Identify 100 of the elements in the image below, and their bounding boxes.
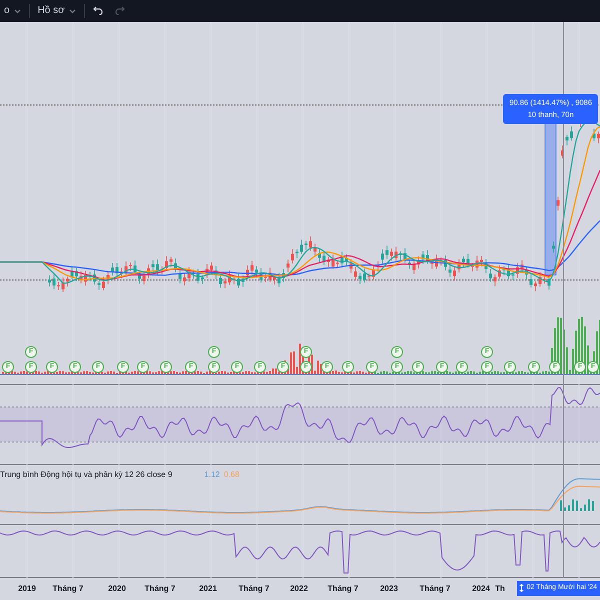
candlestick <box>412 258 416 274</box>
candlestick <box>404 248 406 264</box>
candlestick <box>399 250 402 260</box>
candlestick <box>142 270 146 285</box>
axis-label: Tháng 7 <box>420 583 450 595</box>
profile-dropdown[interactable]: Hồ sơ <box>34 0 80 22</box>
candlestick <box>422 250 424 264</box>
candlestick <box>543 274 546 284</box>
caret-icon <box>14 8 21 14</box>
candlestick <box>381 248 384 264</box>
candlestick <box>327 256 330 268</box>
candlestick <box>345 254 348 266</box>
candlestick <box>282 268 285 283</box>
candlestick <box>228 270 231 286</box>
redo-icon <box>114 6 125 15</box>
candlestick <box>530 274 532 288</box>
axis-label: 2024 <box>472 583 490 595</box>
candlestick <box>300 239 303 254</box>
candlestick <box>52 274 56 290</box>
candlestick <box>309 236 312 252</box>
macd-histogram-drawing <box>560 499 594 511</box>
candlestick <box>62 277 64 292</box>
candlestick <box>102 276 105 291</box>
candlestick <box>552 241 555 254</box>
candlestick <box>480 256 483 267</box>
candlestick <box>476 256 478 272</box>
candlestick <box>264 274 267 283</box>
candlestick <box>84 270 87 286</box>
candlestick <box>93 269 96 285</box>
indicator-value: 0.68 <box>224 469 240 481</box>
candlestick <box>350 258 352 274</box>
indicator-legend: Trung bình Động hội tụ và phân kỳ 12 26 close 9 <box>0 469 172 481</box>
axis-label: 2020 <box>108 583 126 595</box>
axis-label: Tháng 7 <box>52 583 84 595</box>
profile-dropdown[interactable]: o <box>0 0 25 22</box>
candlestick <box>296 248 298 258</box>
candlestick <box>188 266 190 282</box>
candlestick <box>534 280 537 292</box>
candlestick <box>358 272 362 284</box>
candlestick <box>250 260 254 276</box>
candlestick <box>160 266 164 275</box>
candlestick <box>242 275 244 288</box>
candlestick <box>210 262 213 275</box>
candlestick <box>286 259 290 272</box>
axis-label: 2022 <box>290 583 308 595</box>
candlestick <box>548 274 550 290</box>
candlestick <box>394 246 398 262</box>
candlestick <box>255 266 258 278</box>
candlestick <box>336 260 339 269</box>
axis-label: Th <box>495 583 505 595</box>
candlestick <box>75 268 78 282</box>
candlestick <box>196 268 200 284</box>
candlestick <box>386 245 388 260</box>
candlestick <box>88 272 92 282</box>
candlestick <box>453 266 456 281</box>
axis-label: 2019 <box>18 583 36 595</box>
candlestick <box>129 262 132 272</box>
candlestick <box>192 269 195 280</box>
candlestick <box>170 256 172 268</box>
candlestick <box>156 259 159 275</box>
candlestick <box>426 250 429 264</box>
axis-label: Tháng 7 <box>328 583 358 595</box>
candlestick <box>368 273 370 282</box>
candlestick <box>48 274 51 287</box>
candlestick <box>80 271 82 284</box>
candlestick <box>466 254 470 268</box>
candlestick <box>556 196 560 211</box>
candlestick <box>354 266 357 281</box>
axis-label: Tháng 7 <box>238 583 270 595</box>
candlestick <box>520 260 524 272</box>
candlestick <box>408 259 411 270</box>
candlestick <box>152 260 154 272</box>
candlestick <box>178 270 182 284</box>
candlestick <box>484 258 488 274</box>
candlestick <box>237 273 240 288</box>
candlestick <box>314 243 316 256</box>
resize-icon <box>518 584 524 592</box>
candlestick <box>322 250 326 266</box>
candlestick <box>566 134 568 146</box>
candlestick <box>525 266 528 280</box>
candlestick <box>494 274 496 287</box>
candlestick <box>66 276 69 287</box>
candlestick <box>260 268 262 284</box>
candlestick <box>232 276 236 285</box>
indicator-value: 1.12 <box>204 469 220 481</box>
axis-label: Tháng 7 <box>144 583 176 595</box>
candlestick <box>246 265 249 280</box>
axis-label: 2023 <box>380 583 398 595</box>
candlestick <box>372 264 375 280</box>
candlestick <box>124 261 128 277</box>
candlestick <box>489 268 492 282</box>
candlestick <box>444 255 447 271</box>
candlestick <box>417 256 420 269</box>
candlestick <box>458 258 460 273</box>
candlestick <box>206 264 208 278</box>
candlestick <box>70 265 74 280</box>
undo-icon <box>92 6 103 15</box>
candlestick <box>332 254 334 270</box>
candlestick <box>98 280 100 290</box>
candlestick <box>111 262 114 276</box>
